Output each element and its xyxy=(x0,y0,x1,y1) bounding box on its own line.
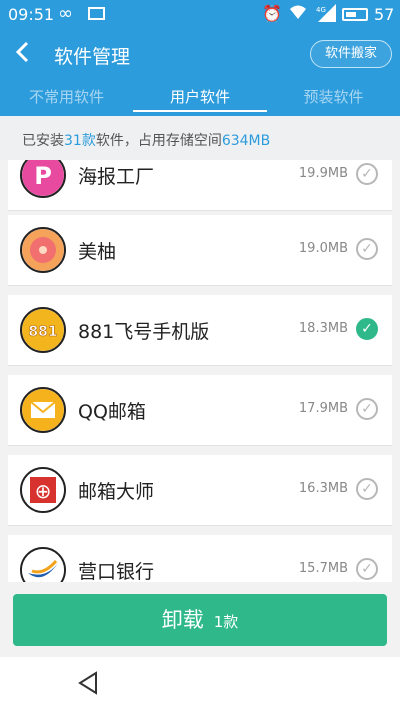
status-time: 09:51 xyxy=(8,5,55,24)
list-item[interactable]: 营口银行 15.7MB ✓ xyxy=(8,535,392,582)
battery-level: 57 xyxy=(374,5,395,24)
back-arrow-icon[interactable] xyxy=(14,40,30,69)
svg-text:P: P xyxy=(34,162,52,190)
select-checkbox[interactable]: ✓ xyxy=(356,558,378,580)
infinity-icon: ∞ xyxy=(58,3,73,24)
page-title: 软件管理 xyxy=(54,46,131,68)
bottom-action-area: 卸载 1款 xyxy=(0,582,400,657)
status-bar: 09:51 ∞ ⏰ 4G 57 xyxy=(0,0,400,30)
list-item[interactable]: 美柚 19.0MB ✓ xyxy=(8,215,392,286)
881-icon: 881 xyxy=(20,307,66,353)
list-item[interactable]: P 海报工厂 19.9MB ✓ xyxy=(8,160,392,211)
select-checkbox[interactable]: ✓ xyxy=(356,238,378,260)
app-name: 美柚 xyxy=(78,241,117,263)
tab-bar: 不常用软件 用户软件 预装软件 xyxy=(0,78,400,116)
svg-text:881: 881 xyxy=(28,324,57,340)
app-name: QQ邮箱 xyxy=(78,401,146,423)
app-size: 15.7MB xyxy=(298,561,348,576)
image-icon xyxy=(88,7,105,20)
uninstall-button[interactable]: 卸载 1款 xyxy=(13,594,387,646)
yingkou-bank-icon xyxy=(20,547,66,582)
storage-used: 634MB xyxy=(221,133,271,149)
select-checkbox[interactable]: ✓ xyxy=(356,398,378,420)
wifi-icon xyxy=(290,5,306,19)
system-nav-bar xyxy=(0,657,400,711)
select-checkbox[interactable]: ✓ xyxy=(356,478,378,500)
uninstall-label: 卸载 xyxy=(161,608,204,632)
select-checkbox-checked[interactable]: ✓ xyxy=(356,318,378,340)
app-list: P 海报工厂 19.9MB ✓ 美柚 19.0MB ✓ 881 881飞号手机版… xyxy=(0,160,400,582)
alarm-icon: ⏰ xyxy=(262,4,282,23)
svg-text:⊕: ⊕ xyxy=(35,479,52,503)
app-move-button[interactable]: 软件搬家 xyxy=(309,40,392,68)
app-size: 19.0MB xyxy=(298,241,348,256)
app-size: 18.3MB xyxy=(298,321,348,336)
signal-icon: 4G xyxy=(316,4,336,22)
app-name: 海报工厂 xyxy=(78,166,155,188)
summary-prefix: 已安装 xyxy=(22,133,64,149)
app-name: 邮箱大师 xyxy=(78,481,155,503)
app-size: 17.9MB xyxy=(298,401,348,416)
app-name: 881飞号手机版 xyxy=(78,321,210,343)
app-size: 19.9MB xyxy=(298,166,348,181)
summary-middle: 软件，占用存储空间 xyxy=(95,133,222,149)
active-tab-indicator xyxy=(133,110,267,112)
poster-factory-icon: P xyxy=(20,160,66,198)
list-item[interactable]: ⊕ 邮箱大师 16.3MB ✓ xyxy=(8,455,392,526)
mail-master-icon: ⊕ xyxy=(20,467,66,513)
battery-icon xyxy=(342,8,368,21)
storage-summary: 已安装31款软件，占用存储空间634MB xyxy=(0,116,400,160)
select-checkbox[interactable]: ✓ xyxy=(356,163,378,185)
tab-rarely-used[interactable]: 不常用软件 xyxy=(0,78,133,116)
installed-count: 31款 xyxy=(64,133,96,149)
signal-label: 4G xyxy=(316,6,326,14)
meiyou-icon xyxy=(20,227,66,273)
tab-preinstalled[interactable]: 预装软件 xyxy=(267,78,400,116)
qq-mail-icon xyxy=(20,387,66,433)
app-header: 软件管理 软件搬家 xyxy=(0,30,400,78)
list-item[interactable]: 881 881飞号手机版 18.3MB ✓ xyxy=(8,295,392,366)
nav-back-icon[interactable] xyxy=(78,671,98,695)
app-name: 营口银行 xyxy=(78,561,155,582)
uninstall-count: 1款 xyxy=(213,613,239,631)
app-size: 16.3MB xyxy=(298,481,348,496)
list-item[interactable]: QQ邮箱 17.9MB ✓ xyxy=(8,375,392,446)
